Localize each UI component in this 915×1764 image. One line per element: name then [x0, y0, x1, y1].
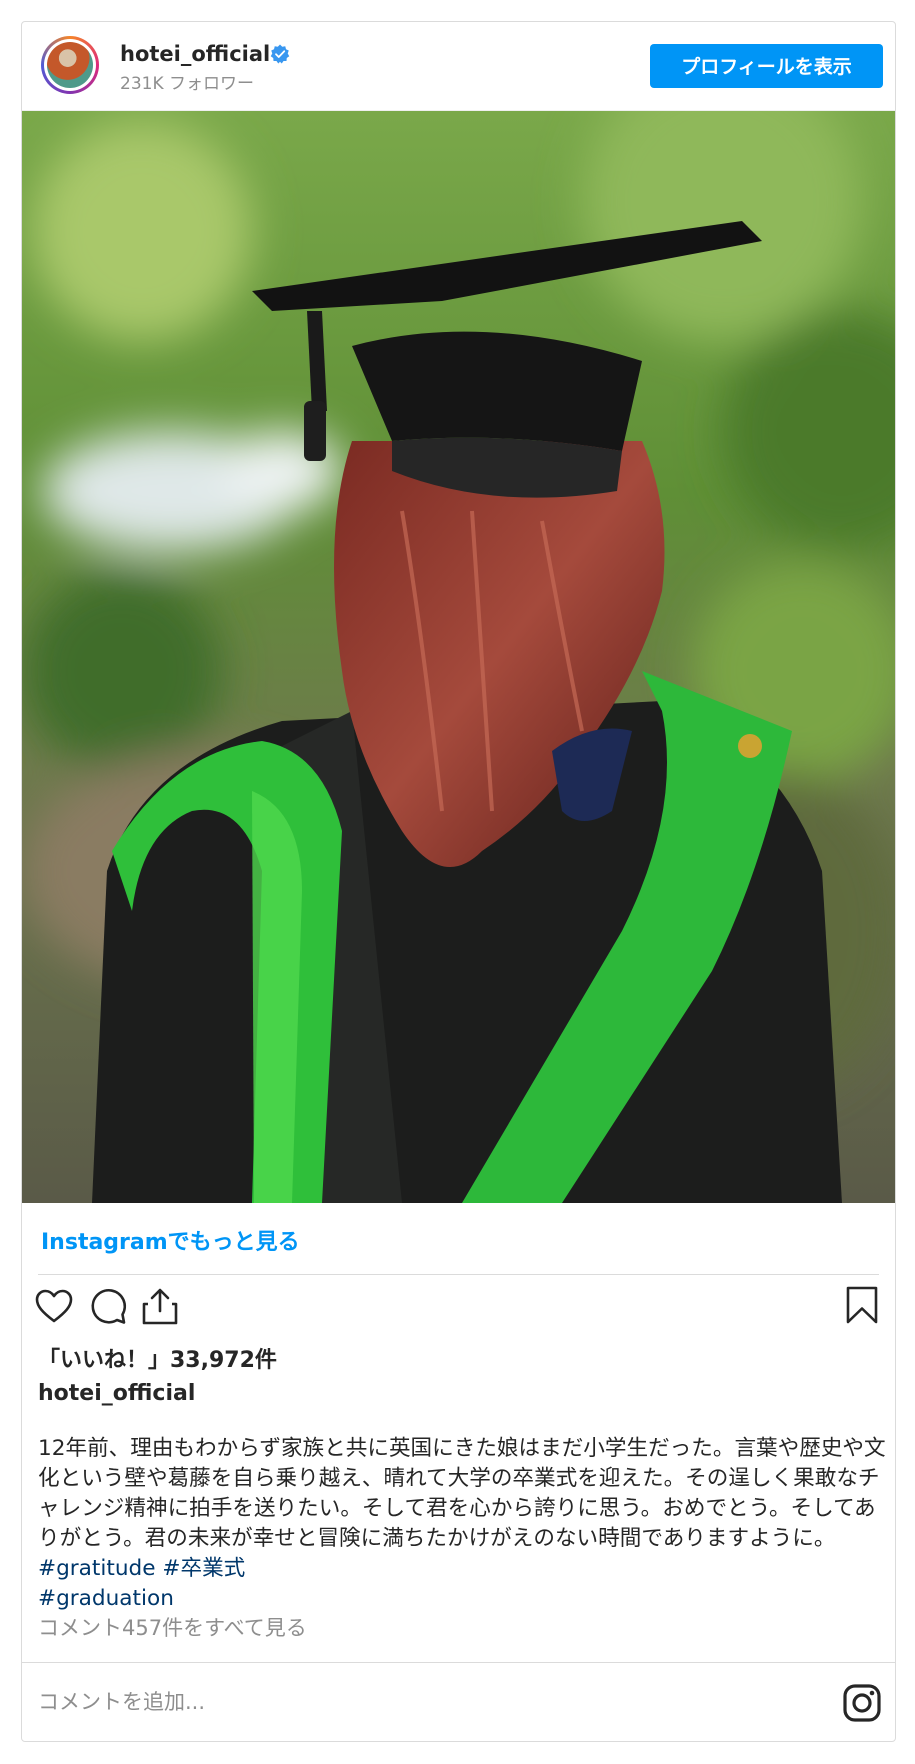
graduation-photo — [22, 111, 895, 1203]
share-icon[interactable] — [140, 1286, 180, 1326]
bookmark-icon[interactable] — [842, 1285, 882, 1325]
divider — [38, 1274, 879, 1275]
post-image[interactable] — [22, 111, 895, 1203]
instagram-embed-card: hotei_official 231K フォロワー プロフィールを表示 Inst… — [21, 21, 896, 1742]
add-comment-input[interactable] — [38, 1682, 818, 1722]
instagram-logo-icon[interactable] — [842, 1683, 882, 1723]
verified-badge-icon — [270, 44, 290, 64]
hashtag-link[interactable]: #graduation — [38, 1586, 174, 1611]
view-more-on-instagram-link[interactable]: Instagramでもっと見る — [41, 1224, 300, 1256]
post-caption: 12年前、理由もわからず家族と共に英国にきた娘はまだ小学生だった。言葉や歴史や文… — [38, 1434, 888, 1614]
username[interactable]: hotei_official — [120, 42, 270, 66]
view-profile-button[interactable]: プロフィールを表示 — [650, 44, 883, 88]
caption-username[interactable]: hotei_official — [38, 1381, 195, 1406]
follower-count: 231K フォロワー — [120, 74, 254, 94]
view-all-comments-link[interactable]: コメント457件をすべて見る — [38, 1612, 307, 1642]
avatar[interactable] — [41, 36, 99, 94]
caption-text: 12年前、理由もわからず家族と共に英国にきた娘はまだ小学生だった。言葉や歴史や文… — [38, 1436, 886, 1551]
comment-icon[interactable] — [88, 1287, 128, 1327]
hashtag-link[interactable]: #卒業式 — [162, 1556, 245, 1581]
avatar-photo — [47, 42, 93, 88]
hashtag-link[interactable]: #gratitude — [38, 1556, 156, 1581]
post-header: hotei_official 231K フォロワー プロフィールを表示 — [22, 22, 895, 111]
heart-icon[interactable] — [34, 1287, 74, 1327]
divider — [22, 1662, 895, 1663]
like-count[interactable]: 「いいね！」33,972件 — [38, 1342, 277, 1374]
